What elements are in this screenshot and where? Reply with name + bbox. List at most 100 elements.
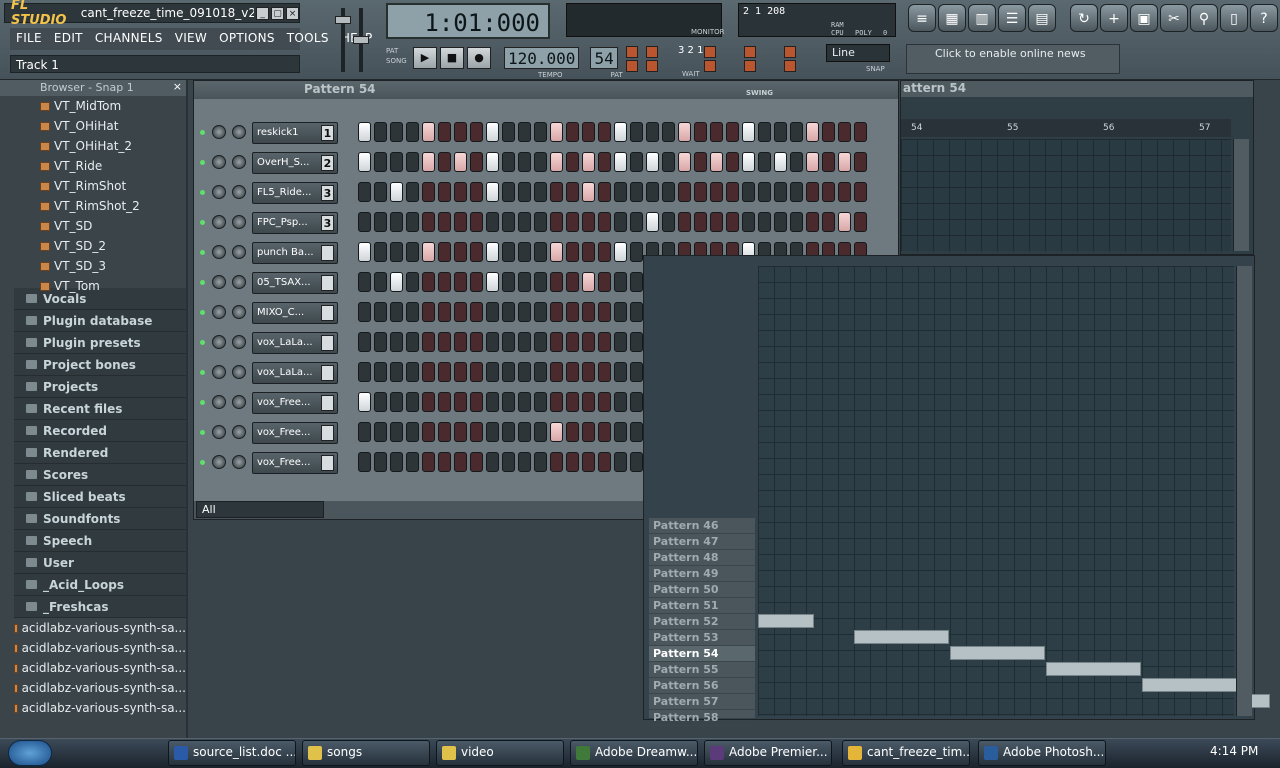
- step-button[interactable]: [358, 332, 371, 352]
- step-button[interactable]: [550, 272, 563, 292]
- step-button[interactable]: [374, 122, 387, 142]
- browser-folder-item[interactable]: _Freshcas: [14, 596, 186, 618]
- step-button[interactable]: [550, 422, 563, 442]
- channel-mute-led[interactable]: [200, 280, 205, 285]
- snap-selector[interactable]: Line: [826, 44, 890, 62]
- pattern-list-item[interactable]: Pattern 52: [649, 614, 755, 630]
- channel-pan-knob[interactable]: [212, 455, 226, 469]
- step-button[interactable]: [598, 332, 611, 352]
- step-sequencer-icon[interactable]: ▦: [938, 4, 966, 32]
- step-button[interactable]: [790, 152, 803, 172]
- step-button[interactable]: [774, 122, 787, 142]
- step-button[interactable]: [678, 212, 691, 232]
- channel-volume-knob[interactable]: [232, 305, 246, 319]
- channel-filter-select[interactable]: All: [196, 501, 324, 518]
- step-button[interactable]: [518, 422, 531, 442]
- channel-mixer-track[interactable]: 3: [321, 215, 334, 231]
- step-button[interactable]: [550, 242, 563, 262]
- channel-volume-knob[interactable]: [232, 125, 246, 139]
- browser-file-item[interactable]: VT_OHiHat_2: [40, 136, 186, 156]
- step-button[interactable]: [390, 212, 403, 232]
- step-button[interactable]: [374, 392, 387, 412]
- pattern-clip[interactable]: [758, 614, 814, 628]
- browser-icon[interactable]: ☰: [998, 4, 1026, 32]
- step-button[interactable]: [422, 422, 435, 442]
- step-button[interactable]: [630, 362, 643, 382]
- step-button[interactable]: [598, 272, 611, 292]
- step-button[interactable]: [374, 212, 387, 232]
- step-button[interactable]: [630, 242, 643, 262]
- pattern-list-item[interactable]: Pattern 54: [649, 646, 755, 662]
- step-button[interactable]: [534, 212, 547, 232]
- menu-edit[interactable]: EDIT: [48, 28, 89, 50]
- step-button[interactable]: [566, 332, 579, 352]
- step-button[interactable]: [406, 422, 419, 442]
- menu-options[interactable]: OPTIONS: [213, 28, 281, 50]
- step-button[interactable]: [646, 212, 659, 232]
- pattern-list-item[interactable]: Pattern 48: [649, 550, 755, 566]
- step-button[interactable]: [822, 122, 835, 142]
- channel-mute-led[interactable]: [200, 460, 205, 465]
- taskbar-task[interactable]: Adobe Premier...: [704, 740, 832, 766]
- browser-folder-item[interactable]: Soundfonts: [14, 508, 186, 530]
- close-button[interactable]: ×: [286, 6, 299, 20]
- step-button[interactable]: [406, 302, 419, 322]
- step-button[interactable]: [422, 152, 435, 172]
- step-button[interactable]: [774, 182, 787, 202]
- browser-file-item[interactable]: VT_OHiHat: [40, 116, 186, 136]
- step-button[interactable]: [662, 212, 675, 232]
- step-button[interactable]: [358, 152, 371, 172]
- step-button[interactable]: [390, 242, 403, 262]
- step-button[interactable]: [598, 302, 611, 322]
- step-button[interactable]: [614, 122, 627, 142]
- channel-name-button[interactable]: FL5_Ride... 3: [252, 182, 338, 204]
- step-button[interactable]: [774, 212, 787, 232]
- channel-name-button[interactable]: 05_TSAX...: [252, 272, 338, 294]
- channel-mute-led[interactable]: [200, 130, 205, 135]
- pattern-list-item[interactable]: Pattern 49: [649, 566, 755, 582]
- browser-file-item[interactable]: acidlabz-various-synth-sa...: [14, 638, 186, 658]
- step-button[interactable]: [502, 152, 515, 172]
- channel-pan-knob[interactable]: [212, 185, 226, 199]
- step-button[interactable]: [534, 182, 547, 202]
- step-button[interactable]: [374, 452, 387, 472]
- channel-mixer-track[interactable]: [321, 365, 334, 381]
- channel-pan-knob[interactable]: [212, 215, 226, 229]
- step-button[interactable]: [662, 122, 675, 142]
- step-button[interactable]: [518, 182, 531, 202]
- step-button[interactable]: [582, 152, 595, 172]
- step-button[interactable]: [854, 212, 867, 232]
- browser-file-item[interactable]: VT_SD: [40, 216, 186, 236]
- step-button[interactable]: [486, 362, 499, 382]
- step-button[interactable]: [358, 422, 371, 442]
- step-button[interactable]: [454, 272, 467, 292]
- step-button[interactable]: [502, 392, 515, 412]
- document-icon[interactable]: ▯: [1220, 4, 1248, 32]
- step-button[interactable]: [662, 182, 675, 202]
- step-button[interactable]: [838, 212, 851, 232]
- step-button[interactable]: [678, 122, 691, 142]
- step-button[interactable]: [470, 332, 483, 352]
- step-button[interactable]: [358, 392, 371, 412]
- step-button[interactable]: [486, 332, 499, 352]
- channel-mute-led[interactable]: [200, 250, 205, 255]
- step-button[interactable]: [582, 122, 595, 142]
- step-button[interactable]: [390, 332, 403, 352]
- channel-pan-knob[interactable]: [212, 305, 226, 319]
- maximize-button[interactable]: ▢: [271, 6, 285, 20]
- mixer-icon[interactable]: ▤: [1028, 4, 1056, 32]
- step-button[interactable]: [534, 452, 547, 472]
- step-button[interactable]: [422, 302, 435, 322]
- step-button[interactable]: [486, 152, 499, 172]
- step-button[interactable]: [614, 152, 627, 172]
- browser-folder-item[interactable]: Speech: [14, 530, 186, 552]
- step-button[interactable]: [726, 122, 739, 142]
- typing-keyboard-icon[interactable]: [646, 46, 658, 58]
- menu-view[interactable]: VIEW: [169, 28, 213, 50]
- browser-file-item[interactable]: acidlabz-various-synth-sa...: [14, 698, 186, 718]
- step-button[interactable]: [630, 152, 643, 172]
- browser-folder-item[interactable]: Recent files: [14, 398, 186, 420]
- step-button[interactable]: [854, 152, 867, 172]
- step-button[interactable]: [454, 122, 467, 142]
- step-button[interactable]: [454, 332, 467, 352]
